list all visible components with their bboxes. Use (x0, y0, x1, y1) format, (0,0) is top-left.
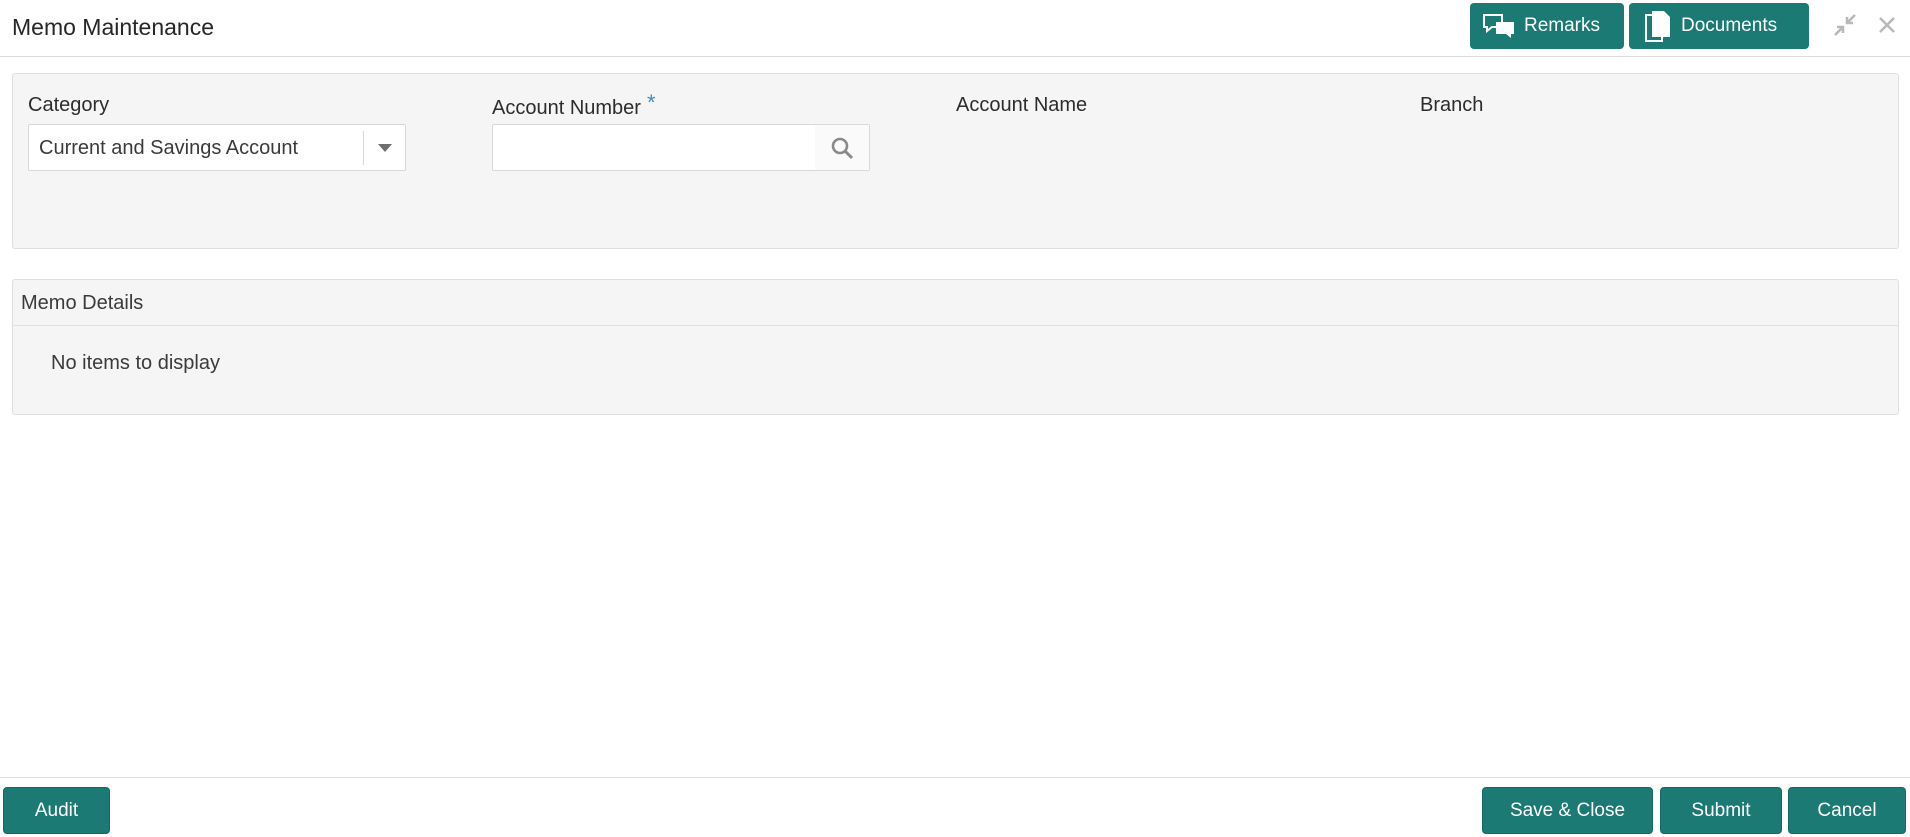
category-label: Category (28, 94, 110, 116)
documents-label: Documents (1681, 15, 1778, 36)
memo-details-header: Memo Details (13, 280, 1898, 326)
remarks-icon (1482, 12, 1516, 40)
close-icon[interactable] (1874, 12, 1900, 38)
required-marker: * (646, 90, 656, 115)
remarks-button[interactable]: Remarks (1470, 3, 1624, 49)
cancel-button[interactable]: Cancel (1788, 787, 1906, 834)
account-number-field[interactable] (492, 124, 870, 171)
account-panel: Category Account Number * Account Name Br… (12, 73, 1899, 249)
documents-icon (1643, 9, 1673, 43)
account-number-input[interactable] (493, 125, 813, 170)
account-number-label: Account Number * (492, 90, 656, 120)
header-bar: Memo Maintenance Remarks Documents (0, 0, 1910, 57)
minimize-icon[interactable] (1832, 12, 1858, 38)
save-close-button[interactable]: Save & Close (1482, 787, 1653, 834)
account-number-label-text: Account Number (492, 97, 641, 119)
documents-button[interactable]: Documents (1629, 3, 1809, 49)
submit-button[interactable]: Submit (1660, 787, 1782, 834)
footer-bar: Audit Save & Close Submit Cancel (0, 777, 1910, 837)
memo-details-panel: Memo Details No items to display (12, 279, 1899, 415)
category-select-value: Current and Savings Account (39, 137, 299, 159)
search-icon[interactable] (815, 125, 869, 170)
memo-details-title: Memo Details (21, 292, 144, 314)
empty-state-text: No items to display (51, 352, 220, 374)
account-name-label: Account Name (956, 94, 1088, 116)
remarks-label: Remarks (1524, 15, 1601, 36)
audit-button[interactable]: Audit (3, 787, 110, 834)
page-title: Memo Maintenance (12, 14, 214, 40)
category-select[interactable]: Current and Savings Account (28, 124, 406, 171)
select-divider (363, 131, 364, 165)
dropdown-arrow-icon[interactable] (375, 138, 395, 158)
branch-label: Branch (1420, 94, 1484, 116)
